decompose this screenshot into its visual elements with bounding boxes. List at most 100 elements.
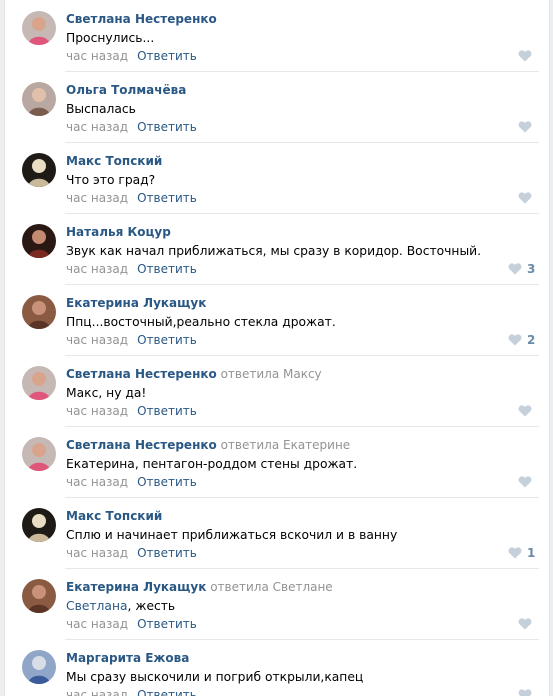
avatar[interactable] (22, 437, 56, 471)
comment-text: Что это град? (66, 172, 155, 189)
author-name[interactable]: Светлана Нестеренко (66, 438, 217, 452)
comment-text: Макс, ну да! (66, 385, 146, 402)
author-name[interactable]: Наталья Коцур (66, 225, 171, 239)
comment-divider (65, 284, 539, 285)
like-button[interactable] (518, 404, 537, 418)
avatar[interactable] (22, 295, 56, 329)
comment-header: Екатерина Лукащук (66, 295, 206, 311)
comment-time[interactable]: час назад (66, 262, 128, 276)
comment-item: Светлана Нестеренко ответила Максу Макс,… (5, 355, 549, 426)
avatar[interactable] (22, 11, 56, 45)
heart-icon (518, 618, 532, 630)
like-count: 2 (527, 333, 536, 347)
comment-item: Светлана Нестеренко ответила Екатерине Е… (5, 426, 549, 497)
comment-header: Ольга Толмачёва (66, 82, 186, 98)
like-button[interactable]: 1 (508, 546, 535, 560)
comment-text: Мы сразу выскочили и погриб открыли,капе… (66, 669, 363, 686)
comment-item: Наталья Коцур Звук как начал приближатьс… (5, 213, 549, 284)
like-count: 3 (527, 262, 536, 276)
author-name[interactable]: Макс Топский (66, 509, 162, 523)
author-name[interactable]: Екатерина Лукащук (66, 580, 206, 594)
reply-button[interactable]: Ответить (137, 120, 197, 134)
avatar[interactable] (22, 579, 56, 613)
like-button[interactable] (518, 475, 537, 489)
like-button[interactable]: 3 (508, 262, 535, 276)
avatar[interactable] (22, 153, 56, 187)
reply-button[interactable]: Ответить (137, 688, 197, 696)
reply-button[interactable]: Ответить (137, 617, 197, 631)
replied-to[interactable]: ответила Максу (221, 367, 322, 381)
replied-to[interactable]: ответила Светлане (210, 580, 333, 594)
like-button[interactable] (518, 688, 537, 696)
comment-header: Макс Топский (66, 508, 162, 524)
reply-button[interactable]: Ответить (137, 404, 197, 418)
comment-time[interactable]: час назад (66, 404, 128, 418)
heart-icon (518, 689, 532, 696)
comment-time[interactable]: час назад (66, 617, 128, 631)
author-name[interactable]: Екатерина Лукащук (66, 296, 206, 310)
reply-button[interactable]: Ответить (137, 546, 197, 560)
comment-meta: час назад Ответить (66, 687, 197, 696)
like-count: 1 (527, 546, 536, 560)
comment-time[interactable]: час назад (66, 191, 128, 205)
comment-body: Звук как начал приближаться, мы сразу в … (66, 244, 482, 258)
like-button[interactable] (518, 49, 537, 63)
avatar[interactable] (22, 366, 56, 400)
heart-icon (518, 121, 532, 133)
comment-time[interactable]: час назад (66, 475, 128, 489)
comments-feed: Светлана Нестеренко Проснулись... час на… (4, 0, 550, 696)
comment-item: Макс Топский Сплю и начинает приближатьс… (5, 497, 549, 568)
comment-divider (65, 355, 539, 356)
author-name[interactable]: Макс Топский (66, 154, 162, 168)
heart-icon (518, 476, 532, 488)
like-button[interactable] (518, 120, 537, 134)
comment-text: Звук как начал приближаться, мы сразу в … (66, 243, 481, 260)
comment-time[interactable]: час назад (66, 120, 128, 134)
comment-meta: час назад Ответить (66, 332, 197, 348)
comment-time[interactable]: час назад (66, 546, 128, 560)
comment-time[interactable]: час назад (66, 333, 128, 347)
comment-header: Екатерина Лукащук ответила Светлане (66, 579, 333, 595)
like-button[interactable]: 2 (508, 333, 535, 347)
comment-item: Светлана Нестеренко Проснулись... час на… (5, 0, 549, 71)
avatar[interactable] (22, 224, 56, 258)
comment-item: Екатерина Лукащук ответила Светлане Свет… (5, 568, 549, 639)
comment-divider (65, 142, 539, 143)
comment-body: Выспалась (66, 102, 136, 116)
avatar[interactable] (22, 650, 56, 684)
comment-text: Екатерина, пентагон-роддом стены дрожат. (66, 456, 357, 473)
comment-meta: час назад Ответить (66, 261, 197, 277)
reply-button[interactable]: Ответить (137, 262, 197, 276)
reply-button[interactable]: Ответить (137, 191, 197, 205)
comment-time[interactable]: час назад (66, 49, 128, 63)
heart-icon (518, 405, 532, 417)
comment-body: Екатерина, пентагон-роддом стены дрожат. (66, 457, 358, 471)
author-name[interactable]: Светлана Нестеренко (66, 367, 217, 381)
like-button[interactable] (518, 191, 537, 205)
comment-time[interactable]: час назад (66, 688, 128, 696)
comment-divider (65, 568, 539, 569)
reply-button[interactable]: Ответить (137, 475, 197, 489)
comment-body: Сплю и начинает приближаться вскочил и в… (66, 528, 398, 542)
like-button[interactable] (518, 617, 537, 631)
comment-text: Сплю и начинает приближаться вскочил и в… (66, 527, 397, 544)
reply-button[interactable]: Ответить (137, 49, 197, 63)
avatar[interactable] (22, 82, 56, 116)
comment-body: Проснулись... (66, 31, 155, 45)
comment-divider (65, 71, 539, 72)
avatar[interactable] (22, 508, 56, 542)
comment-divider (65, 426, 539, 427)
heart-icon (508, 547, 522, 559)
author-name[interactable]: Ольга Толмачёва (66, 83, 186, 97)
author-name[interactable]: Маргарита Ежова (66, 651, 189, 665)
comment-meta: час назад Ответить (66, 48, 197, 64)
comment-body: Макс, ну да! (66, 386, 147, 400)
comment-header: Наталья Коцур (66, 224, 171, 240)
mention-link[interactable]: Светлана (66, 599, 128, 613)
replied-to[interactable]: ответила Екатерине (221, 438, 351, 452)
author-name[interactable]: Светлана Нестеренко (66, 12, 217, 26)
comment-item: Макс Топский Что это град? час назад Отве… (5, 142, 549, 213)
reply-button[interactable]: Ответить (137, 333, 197, 347)
heart-icon (508, 263, 522, 275)
comment-text: Выспалась (66, 101, 136, 118)
